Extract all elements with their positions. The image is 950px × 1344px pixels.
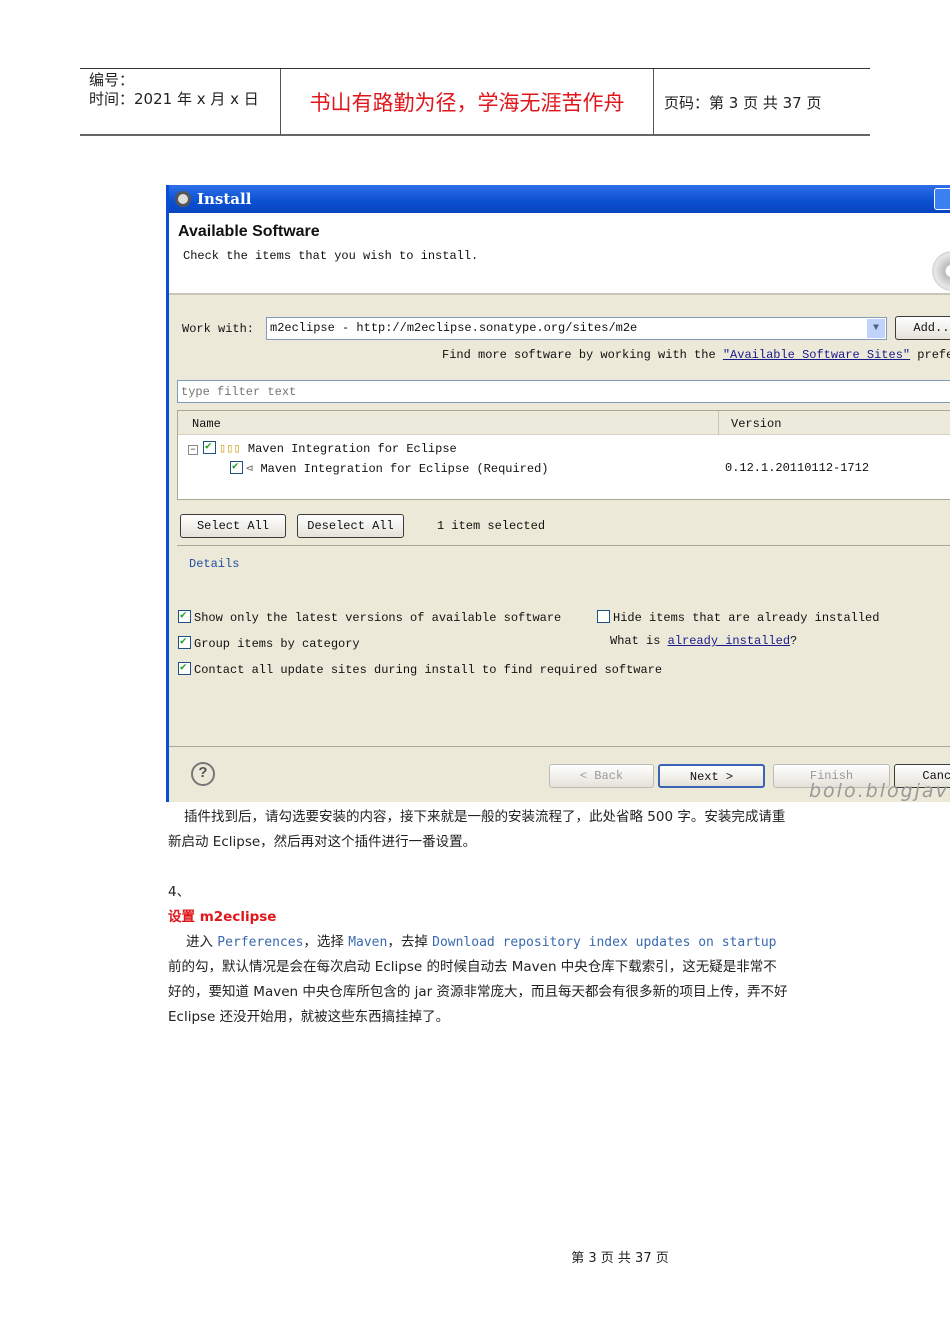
- row-checkbox[interactable]: [203, 439, 216, 454]
- banner-subheading: Check the items that you wish to install…: [183, 249, 479, 263]
- watermark: bolo.blogjava: [809, 780, 950, 802]
- select-all-button[interactable]: Select All: [180, 514, 286, 538]
- already-installed-link[interactable]: already installed: [668, 634, 790, 648]
- find-more-text: Find more software by working with the "…: [442, 348, 950, 362]
- row-version: 0.12.1.20110112-1712: [725, 461, 870, 475]
- section-title: 设置 m2eclipse: [168, 909, 277, 925]
- what-is-label: What is: [610, 634, 661, 648]
- category-icon: ▯▯▯: [219, 442, 241, 456]
- checkbox[interactable]: [178, 634, 191, 649]
- software-table: Name Version − ▯▯▯ Maven Integration for …: [177, 410, 950, 500]
- help-icon[interactable]: ?: [191, 762, 215, 786]
- dialog-banner: Available Software Check the items that …: [169, 213, 950, 295]
- table-row[interactable]: ⊲ Maven Integration for Eclipse (Require…: [230, 459, 549, 476]
- column-name[interactable]: Name: [192, 417, 221, 431]
- text: 进入: [186, 934, 218, 950]
- work-with-value: m2eclipse - http://m2eclipse.sonatype.or…: [270, 321, 638, 335]
- maven-term: Maven: [348, 935, 388, 950]
- row-name: Maven Integration for Eclipse: [247, 442, 457, 456]
- latest-versions-option[interactable]: Show only the latest versions of availab…: [178, 608, 562, 625]
- add-button[interactable]: Add...: [895, 316, 950, 340]
- header-meta: 编号： 时间：2021 年 x 月 x 日: [80, 69, 281, 135]
- collapse-icon[interactable]: −: [188, 445, 198, 455]
- checkbox[interactable]: [178, 660, 191, 675]
- contact-sites-option[interactable]: Contact all update sites during install …: [178, 660, 663, 677]
- motto: 书山有路勤为径，学海无涯苦作舟: [281, 69, 654, 135]
- option-label: Hide items that are already installed: [613, 611, 880, 625]
- dialog-title: Install: [197, 190, 252, 208]
- install-dialog-screenshot: Install Available Software Check the ite…: [166, 185, 950, 802]
- next-button[interactable]: Next >: [658, 764, 765, 788]
- number-label: 编号：: [89, 71, 135, 89]
- page-header: 编号： 时间：2021 年 x 月 x 日 书山有路勤为径，学海无涯苦作舟 页码：…: [80, 68, 870, 136]
- eclipse-gear-icon: [175, 191, 191, 207]
- page-number-label: 页码：第 3 页 共 37 页: [664, 93, 822, 112]
- row-checkbox[interactable]: [230, 459, 243, 474]
- work-with-combo[interactable]: m2eclipse - http://m2eclipse.sonatype.or…: [266, 317, 887, 340]
- column-version[interactable]: Version: [731, 417, 781, 431]
- column-divider: [718, 411, 719, 435]
- banner-heading: Available Software: [178, 223, 320, 240]
- option-label: Show only the latest versions of availab…: [194, 611, 562, 625]
- paragraph-intro: 插件找到后，请勾选要安装的内容，接下来就是一般的安装流程了，此处省略 500 字…: [168, 809, 786, 850]
- back-button[interactable]: < Back: [549, 764, 654, 788]
- checkbox[interactable]: [597, 610, 610, 623]
- find-more-suffix: preferences.: [917, 348, 950, 362]
- text: ，去掉: [387, 934, 433, 950]
- group-by-category-option[interactable]: Group items by category: [178, 634, 360, 651]
- minimize-button[interactable]: [934, 188, 950, 210]
- option-label: Contact all update sites during install …: [194, 663, 663, 677]
- filter-input[interactable]: [177, 380, 950, 403]
- text: 前的勾，默认情况是会在每次启动 Eclipse 的时候自动去 Maven 中央仓…: [168, 959, 788, 1025]
- deselect-all-button[interactable]: Deselect All: [297, 514, 404, 538]
- table-header: Name Version: [178, 411, 950, 435]
- available-software-sites-link[interactable]: "Available Software Sites": [723, 348, 910, 362]
- step-number: 4、: [168, 884, 191, 900]
- chevron-down-icon[interactable]: ▼: [867, 319, 885, 338]
- title-bar: Install: [169, 185, 950, 213]
- option-label: Group items by category: [194, 637, 360, 651]
- hide-installed-option[interactable]: Hide items that are already installed: [597, 610, 879, 625]
- divider: [177, 545, 950, 546]
- selected-count: 1 item selected: [437, 519, 546, 533]
- table-row[interactable]: − ▯▯▯ Maven Integration for Eclipse: [188, 439, 457, 456]
- checkbox[interactable]: [178, 608, 191, 623]
- download-option-term: Download repository index updates on sta…: [432, 935, 777, 950]
- row-name: Maven Integration for Eclipse (Required): [260, 462, 549, 476]
- time-label: 时间：2021 年 x 月 x 日: [89, 90, 259, 108]
- paragraph-settings: 进入 Perferences，选择 Maven，去掉 Download repo…: [168, 930, 788, 1030]
- plugin-icon: ⊲: [246, 462, 254, 476]
- work-with-label: Work with:: [182, 322, 255, 336]
- divider: [169, 746, 950, 747]
- preferences-term: Perferences: [217, 935, 304, 950]
- cd-icon: [932, 251, 950, 291]
- what-is-installed: What is already installed?: [610, 634, 798, 648]
- text: ，选择: [303, 934, 349, 950]
- page-footer: 第 3 页 共 37 页: [571, 1251, 669, 1266]
- details-label: Details: [189, 557, 240, 571]
- find-more-prefix: Find more software by working with the: [442, 348, 716, 362]
